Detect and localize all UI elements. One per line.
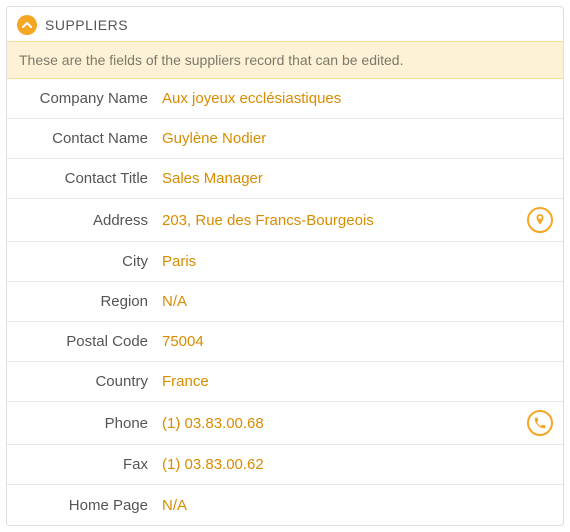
field-value[interactable]: 75004: [162, 333, 523, 350]
field-label: Phone: [7, 415, 162, 432]
field-city: City Paris: [7, 242, 563, 282]
field-contact-title: Contact Title Sales Manager: [7, 159, 563, 199]
field-contact-name: Contact Name Guylène Nodier: [7, 119, 563, 159]
field-value[interactable]: N/A: [162, 293, 523, 310]
field-label: Region: [7, 293, 162, 310]
suppliers-panel: SUPPLIERS These are the fields of the su…: [6, 6, 564, 526]
field-value[interactable]: (1) 03.83.00.68: [162, 415, 523, 432]
phone-icon[interactable]: [527, 410, 553, 436]
field-address: Address 203, Rue des Francs-Bourgeois: [7, 199, 563, 242]
field-value[interactable]: Guylène Nodier: [162, 130, 523, 147]
field-value[interactable]: (1) 03.83.00.62: [162, 456, 523, 473]
field-value[interactable]: Paris: [162, 253, 523, 270]
panel-description: These are the fields of the suppliers re…: [7, 41, 563, 79]
field-fax: Fax (1) 03.83.00.62: [7, 445, 563, 485]
field-home-page: Home Page N/A: [7, 485, 563, 525]
field-label: Fax: [7, 456, 162, 473]
map-pin-icon[interactable]: [527, 207, 553, 233]
field-label: Country: [7, 373, 162, 390]
field-phone: Phone (1) 03.83.00.68: [7, 402, 563, 445]
panel-title: SUPPLIERS: [45, 17, 128, 33]
field-country: Country France: [7, 362, 563, 402]
fields-list: Company Name Aux joyeux ecclésiastiques …: [7, 79, 563, 525]
field-value[interactable]: N/A: [162, 497, 523, 514]
field-label: City: [7, 253, 162, 270]
field-label: Home Page: [7, 497, 162, 514]
field-value[interactable]: Aux joyeux ecclésiastiques: [162, 90, 523, 107]
field-label: Address: [7, 212, 162, 229]
field-label: Postal Code: [7, 333, 162, 350]
field-company-name: Company Name Aux joyeux ecclésiastiques: [7, 79, 563, 119]
field-label: Contact Name: [7, 130, 162, 147]
field-region: Region N/A: [7, 282, 563, 322]
chevron-up-icon[interactable]: [17, 15, 37, 35]
field-value[interactable]: 203, Rue des Francs-Bourgeois: [162, 212, 523, 229]
field-value[interactable]: France: [162, 373, 523, 390]
field-label: Company Name: [7, 90, 162, 107]
field-postal-code: Postal Code 75004: [7, 322, 563, 362]
field-value[interactable]: Sales Manager: [162, 170, 523, 187]
panel-header: SUPPLIERS: [7, 7, 563, 41]
field-label: Contact Title: [7, 170, 162, 187]
